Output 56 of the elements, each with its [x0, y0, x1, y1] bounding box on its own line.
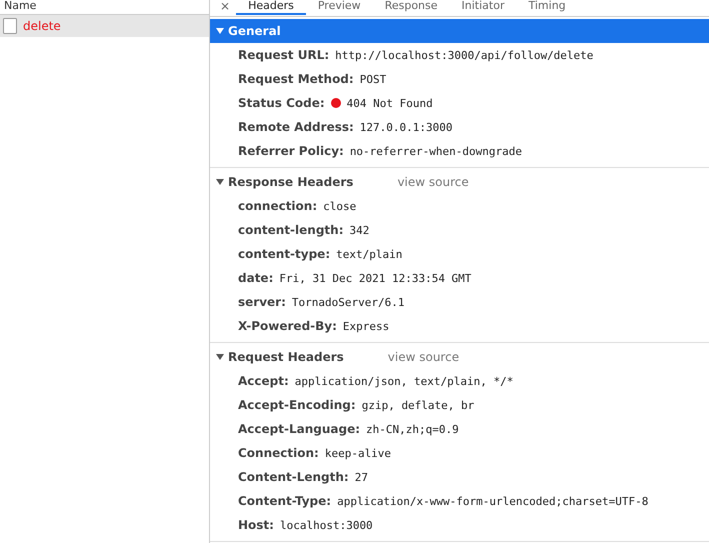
section-title: Request Headers [228, 350, 344, 364]
section-header[interactable]: Response Headers view source [210, 170, 709, 194]
header-name: date: [238, 271, 274, 285]
close-button[interactable]: × [220, 0, 236, 12]
tab[interactable]: Headers [236, 0, 306, 15]
request-name: delete [23, 19, 61, 33]
header-value: no-referrer-when-downgrade [350, 144, 522, 158]
header-name: Accept: [238, 374, 289, 388]
header-value: 127.0.0.1:3000 [360, 120, 453, 134]
header-value: POST [360, 72, 386, 86]
header-value: 342 [350, 224, 370, 236]
header-value: keep-alive [324, 446, 392, 460]
header-value: text/plain [336, 248, 402, 260]
disclosure-triangle-icon[interactable] [216, 353, 224, 361]
header-name: Accept-Language: [238, 422, 360, 436]
header-value: close [323, 200, 356, 212]
request-row[interactable]: delete [0, 15, 209, 37]
header-name: server: [238, 295, 286, 309]
header-value: Fri, 31 Dec 2021 12:33:54 GMT [279, 272, 472, 284]
header-value: http://localhost:3000/api/follow/delete [335, 48, 594, 62]
header-value: gzip, deflate, br [362, 398, 474, 412]
header-name: Connection: [238, 446, 319, 460]
header-name: Accept-Encoding: [238, 398, 356, 412]
header-value: localhost:3000 [280, 518, 373, 532]
header-name: Content-Length: [238, 470, 349, 484]
disclosure-triangle-icon[interactable] [216, 178, 224, 186]
header-name: Request URL: [238, 48, 330, 62]
header-value: application/json, text/plain, */* [294, 374, 514, 388]
view-source-link[interactable]: view source [388, 350, 460, 364]
header-name: Request Method: [238, 72, 354, 86]
disclosure-triangle-icon[interactable] [216, 27, 224, 35]
header-name: Status Code: [238, 96, 325, 110]
header-name: Host: [238, 518, 274, 532]
view-source-link[interactable]: view source [397, 175, 469, 189]
tab[interactable]: Timing [516, 0, 578, 15]
header-value: 404 Not Found [346, 96, 433, 110]
header-value: Express [342, 320, 390, 332]
document-icon [3, 18, 17, 34]
header-name: Remote Address: [238, 120, 354, 134]
header-value: zh-CN,zh;q=0.9 [366, 422, 459, 436]
header-value: application/x-www-form-urlencoded;charset=UTF-8 [337, 494, 648, 508]
header-name: Content-Type: [238, 494, 332, 508]
section-title: Response Headers [228, 175, 354, 189]
header-name: content-length: [238, 223, 344, 237]
tab[interactable]: Response [372, 0, 450, 15]
header-value: 27 [354, 470, 368, 484]
header-name: connection: [238, 199, 318, 213]
section-header[interactable]: Request Headers view source [210, 345, 709, 369]
header-value: TornadoServer/6.1 [292, 296, 404, 308]
header-name: Referrer Policy: [238, 144, 344, 158]
tab[interactable]: Initiator [450, 0, 516, 15]
header-name: X-Powered-By: [238, 319, 337, 333]
section-header[interactable]: General [210, 19, 709, 43]
tab[interactable]: Preview [306, 0, 373, 15]
header-name: content-type: [238, 247, 330, 261]
section-title: General [228, 24, 281, 38]
